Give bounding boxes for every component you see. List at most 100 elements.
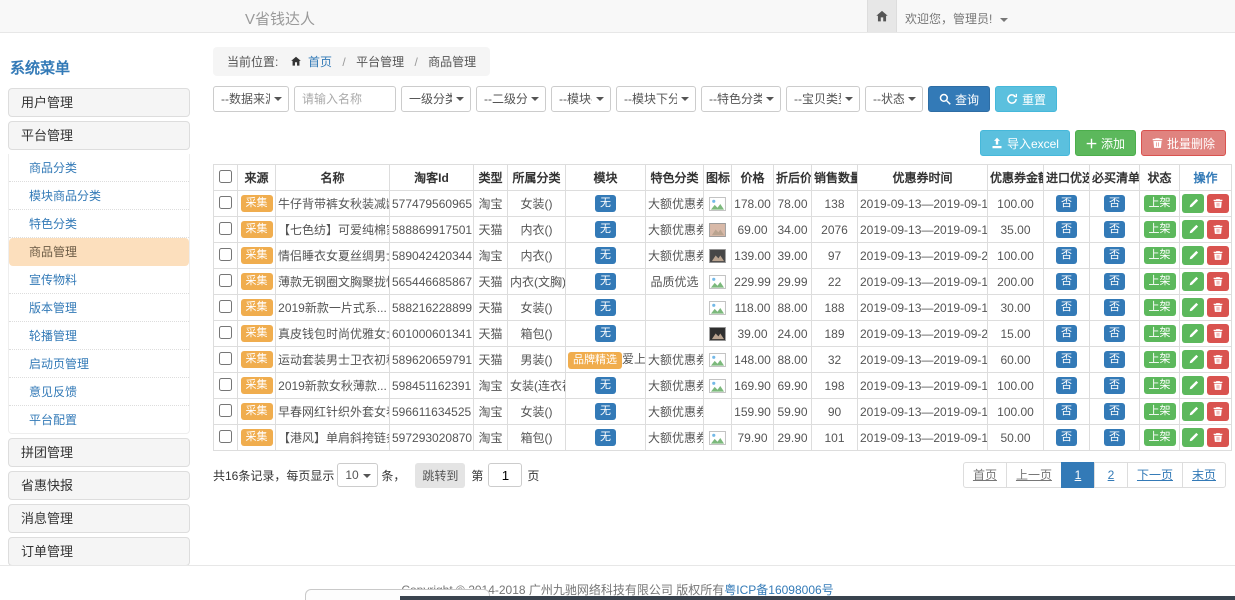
row-checkbox[interactable] <box>219 326 232 339</box>
status-badge[interactable]: 上架 <box>1144 429 1176 446</box>
delete-button[interactable] <box>1207 402 1229 421</box>
status-badge[interactable]: 上架 <box>1144 247 1176 264</box>
edit-button[interactable] <box>1182 246 1204 265</box>
sidebar-group-4[interactable]: 省惠快报 <box>8 471 190 500</box>
user-menu[interactable]: 欢迎您，管理员! <box>905 10 1008 27</box>
import-select-toggle[interactable]: 否 <box>1056 273 1077 290</box>
status-badge[interactable]: 上架 <box>1144 325 1176 342</box>
sidebar-group-3[interactable]: 拼团管理 <box>8 438 190 467</box>
must-buy-toggle[interactable]: 否 <box>1104 403 1125 420</box>
delete-button[interactable] <box>1207 246 1229 265</box>
module-subcategory-select[interactable]: --模块下分类-- <box>616 86 696 112</box>
status-badge[interactable]: 上架 <box>1144 273 1176 290</box>
row-checkbox[interactable] <box>219 248 232 261</box>
import-select-toggle[interactable]: 否 <box>1056 221 1077 238</box>
sidebar-group-6[interactable]: 订单管理 <box>8 537 190 565</box>
must-buy-toggle[interactable]: 否 <box>1104 429 1125 446</box>
delete-button[interactable] <box>1207 376 1229 395</box>
sidebar-item[interactable]: 商品管理 <box>9 238 189 266</box>
jump-button[interactable]: 跳转到 <box>415 463 465 488</box>
sidebar-item[interactable]: 特色分类 <box>9 210 189 238</box>
sidebar-group-2[interactable]: 平台管理 <box>8 121 190 150</box>
must-buy-toggle[interactable]: 否 <box>1104 299 1125 316</box>
module-badge[interactable]: 无 <box>595 429 616 446</box>
module-badge[interactable]: 无 <box>595 273 616 290</box>
import-select-toggle[interactable]: 否 <box>1056 325 1077 342</box>
pager-button-1[interactable]: 1 <box>1061 462 1095 488</box>
home-button[interactable] <box>867 0 897 32</box>
status-badge[interactable]: 上架 <box>1144 377 1176 394</box>
level1-category-select[interactable]: 一级分类 <box>401 86 471 112</box>
edit-button[interactable] <box>1182 350 1204 369</box>
icp-link[interactable]: 粤ICP备16098006号 <box>724 583 833 597</box>
delete-button[interactable] <box>1207 428 1229 447</box>
batch-delete-button[interactable]: 批量删除 <box>1141 130 1226 156</box>
sidebar-group-5[interactable]: 消息管理 <box>8 504 190 533</box>
import-select-toggle[interactable]: 否 <box>1056 299 1077 316</box>
delete-button[interactable] <box>1207 194 1229 213</box>
must-buy-toggle[interactable]: 否 <box>1104 377 1125 394</box>
import-select-toggle[interactable]: 否 <box>1056 195 1077 212</box>
must-buy-toggle[interactable]: 否 <box>1104 351 1125 368</box>
sidebar-item[interactable]: 模块商品分类 <box>9 182 189 210</box>
delete-button[interactable] <box>1207 220 1229 239</box>
pager-button-首页[interactable]: 首页 <box>963 462 1007 488</box>
sidebar-item[interactable]: 版本管理 <box>9 294 189 322</box>
must-buy-toggle[interactable]: 否 <box>1104 325 1125 342</box>
row-checkbox[interactable] <box>219 274 232 287</box>
row-checkbox[interactable] <box>219 196 232 209</box>
import-excel-button[interactable]: 导入excel <box>980 130 1070 156</box>
pager-button-上一页[interactable]: 上一页 <box>1006 462 1062 488</box>
edit-button[interactable] <box>1182 272 1204 291</box>
page-size-select[interactable]: 10 <box>337 463 378 487</box>
module-badge[interactable]: 无 <box>595 377 616 394</box>
breadcrumb-home-link[interactable]: 首页 <box>308 55 332 69</box>
module-badge[interactable]: 无 <box>595 403 616 420</box>
edit-button[interactable] <box>1182 220 1204 239</box>
import-select-toggle[interactable]: 否 <box>1056 377 1077 394</box>
sidebar-item[interactable]: 宣传物料 <box>9 266 189 294</box>
row-checkbox[interactable] <box>219 378 232 391</box>
delete-button[interactable] <box>1207 298 1229 317</box>
status-badge[interactable]: 上架 <box>1144 299 1176 316</box>
import-select-toggle[interactable]: 否 <box>1056 247 1077 264</box>
delete-button[interactable] <box>1207 350 1229 369</box>
edit-button[interactable] <box>1182 298 1204 317</box>
sidebar-item[interactable]: 意见反馈 <box>9 378 189 406</box>
sidebar-item[interactable]: 平台配置 <box>9 406 189 433</box>
edit-button[interactable] <box>1182 324 1204 343</box>
status-badge[interactable]: 上架 <box>1144 195 1176 212</box>
delete-button[interactable] <box>1207 324 1229 343</box>
status-badge[interactable]: 上架 <box>1144 221 1176 238</box>
sidebar-item[interactable]: 轮播管理 <box>9 322 189 350</box>
edit-button[interactable] <box>1182 194 1204 213</box>
sidebar-item[interactable]: 启动页管理 <box>9 350 189 378</box>
item-type-select[interactable]: --宝贝类型-- <box>786 86 860 112</box>
module-badge[interactable]: 无 <box>595 195 616 212</box>
import-select-toggle[interactable]: 否 <box>1056 351 1077 368</box>
add-button[interactable]: 添加 <box>1075 130 1136 156</box>
status-badge[interactable]: 上架 <box>1144 351 1176 368</box>
name-search-input[interactable] <box>294 86 396 112</box>
pager-button-2[interactable]: 2 <box>1094 462 1128 488</box>
row-checkbox[interactable] <box>219 222 232 235</box>
import-select-toggle[interactable]: 否 <box>1056 403 1077 420</box>
row-checkbox[interactable] <box>219 352 232 365</box>
edit-button[interactable] <box>1182 428 1204 447</box>
delete-button[interactable] <box>1207 272 1229 291</box>
module-select[interactable]: --模块-- <box>551 86 611 112</box>
import-select-toggle[interactable]: 否 <box>1056 429 1077 446</box>
module-badge[interactable]: 无 <box>595 325 616 342</box>
sidebar-item[interactable]: 商品分类 <box>9 154 189 182</box>
search-button[interactable]: 查询 <box>928 86 990 112</box>
pager-button-末页[interactable]: 末页 <box>1182 462 1226 488</box>
jump-page-input[interactable] <box>488 463 522 487</box>
row-checkbox[interactable] <box>219 430 232 443</box>
level2-category-select[interactable]: --二级分类-- <box>476 86 546 112</box>
sidebar-group-1[interactable]: 用户管理 <box>8 88 190 117</box>
must-buy-toggle[interactable]: 否 <box>1104 195 1125 212</box>
select-all-checkbox[interactable] <box>219 170 232 183</box>
row-checkbox[interactable] <box>219 300 232 313</box>
row-checkbox[interactable] <box>219 404 232 417</box>
must-buy-toggle[interactable]: 否 <box>1104 247 1125 264</box>
